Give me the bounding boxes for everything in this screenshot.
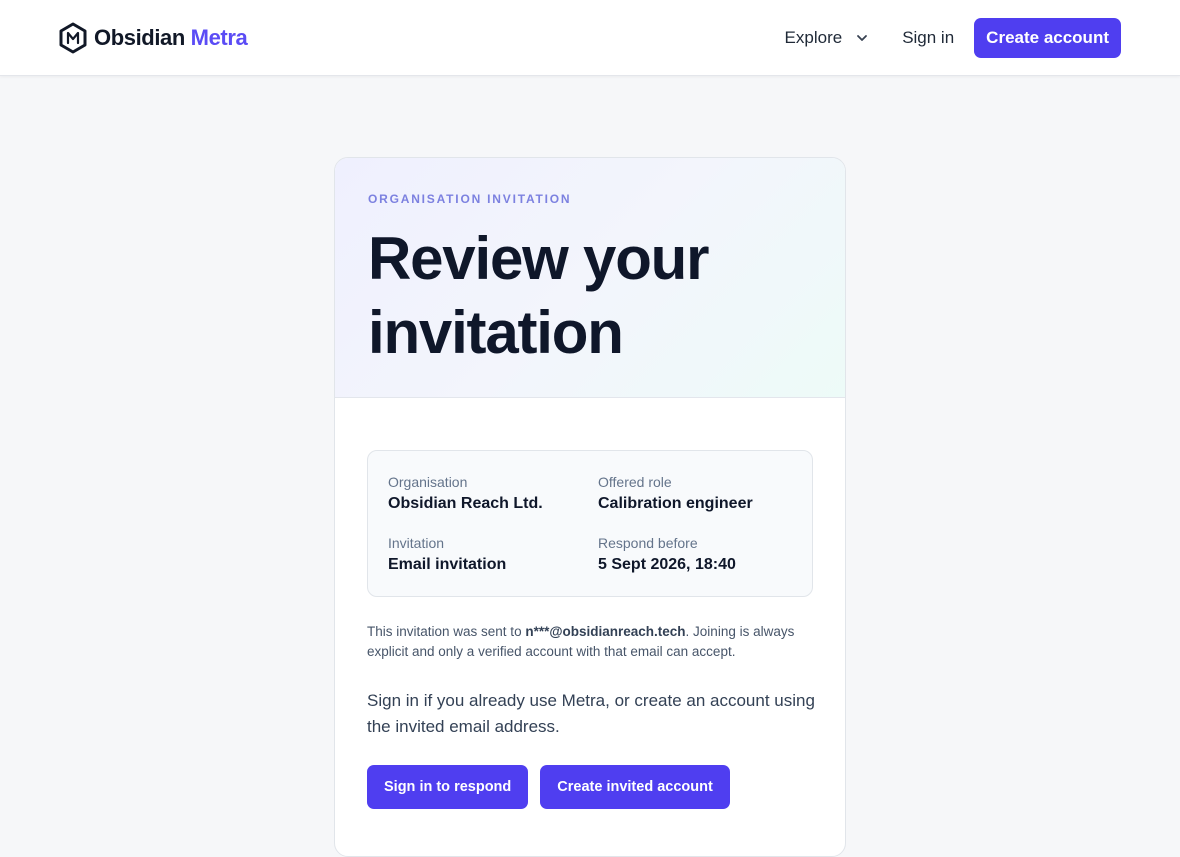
sign-in-to-respond-button[interactable]: Sign in to respond bbox=[367, 765, 529, 809]
invitation-type-label: Invitation bbox=[388, 535, 445, 551]
invitation-body: Organisation Obsidian Reach Ltd. Offered… bbox=[335, 398, 845, 809]
brand-name-accent: Metra bbox=[190, 25, 248, 50]
organisation-value: Obsidian Reach Ltd. bbox=[388, 495, 543, 512]
page-title: Review your invitation bbox=[368, 225, 709, 366]
invited-email: n***@obsidianreach.tech bbox=[525, 624, 686, 639]
create-invited-account-button[interactable]: Create invited account bbox=[540, 765, 730, 809]
chevron-down-icon bbox=[857, 35, 868, 41]
invitation-actions: Sign in to respond Create invited accoun… bbox=[367, 765, 813, 809]
top-navigation-bar: Obsidian Metra Explore Sign in Create ac… bbox=[0, 0, 1180, 76]
detail-organisation: Organisation Obsidian Reach Ltd. bbox=[388, 473, 598, 515]
hexagon-m-logo-icon bbox=[59, 22, 87, 54]
explore-menu[interactable]: Explore bbox=[785, 28, 869, 48]
brand-name: Obsidian Metra bbox=[94, 25, 248, 50]
brand-link[interactable]: Obsidian Metra bbox=[58, 22, 248, 54]
organisation-label: Organisation bbox=[388, 474, 468, 490]
role-value: Calibration engineer bbox=[598, 495, 753, 512]
deadline-value: 5 Sept 2026, 18:40 bbox=[598, 556, 736, 573]
eyebrow-label: ORGANISATION INVITATION bbox=[368, 192, 572, 206]
explore-label: Explore bbox=[784, 28, 843, 47]
create-account-button[interactable]: Create account bbox=[974, 18, 1121, 58]
invitation-hero: ORGANISATION INVITATION Review your invi… bbox=[335, 158, 845, 398]
detail-deadline: Respond before 5 Sept 2026, 18:40 bbox=[598, 534, 792, 576]
deadline-label: Respond before bbox=[598, 535, 698, 551]
sign-in-link[interactable]: Sign in bbox=[902, 28, 954, 48]
invitation-note: This invitation was sent to n***@obsidia… bbox=[367, 624, 795, 659]
instruction-text: Sign in if you already use Metra, or cre… bbox=[367, 691, 815, 736]
role-label: Offered role bbox=[598, 474, 672, 490]
detail-role: Offered role Calibration engineer bbox=[598, 473, 792, 515]
invitation-details: Organisation Obsidian Reach Ltd. Offered… bbox=[367, 450, 813, 597]
detail-invitation: Invitation Email invitation bbox=[388, 534, 598, 576]
invitation-type-value: Email invitation bbox=[388, 556, 507, 573]
invitation-card: ORGANISATION INVITATION Review your invi… bbox=[334, 157, 846, 857]
header-nav: Explore Sign in Create account bbox=[785, 18, 1121, 58]
